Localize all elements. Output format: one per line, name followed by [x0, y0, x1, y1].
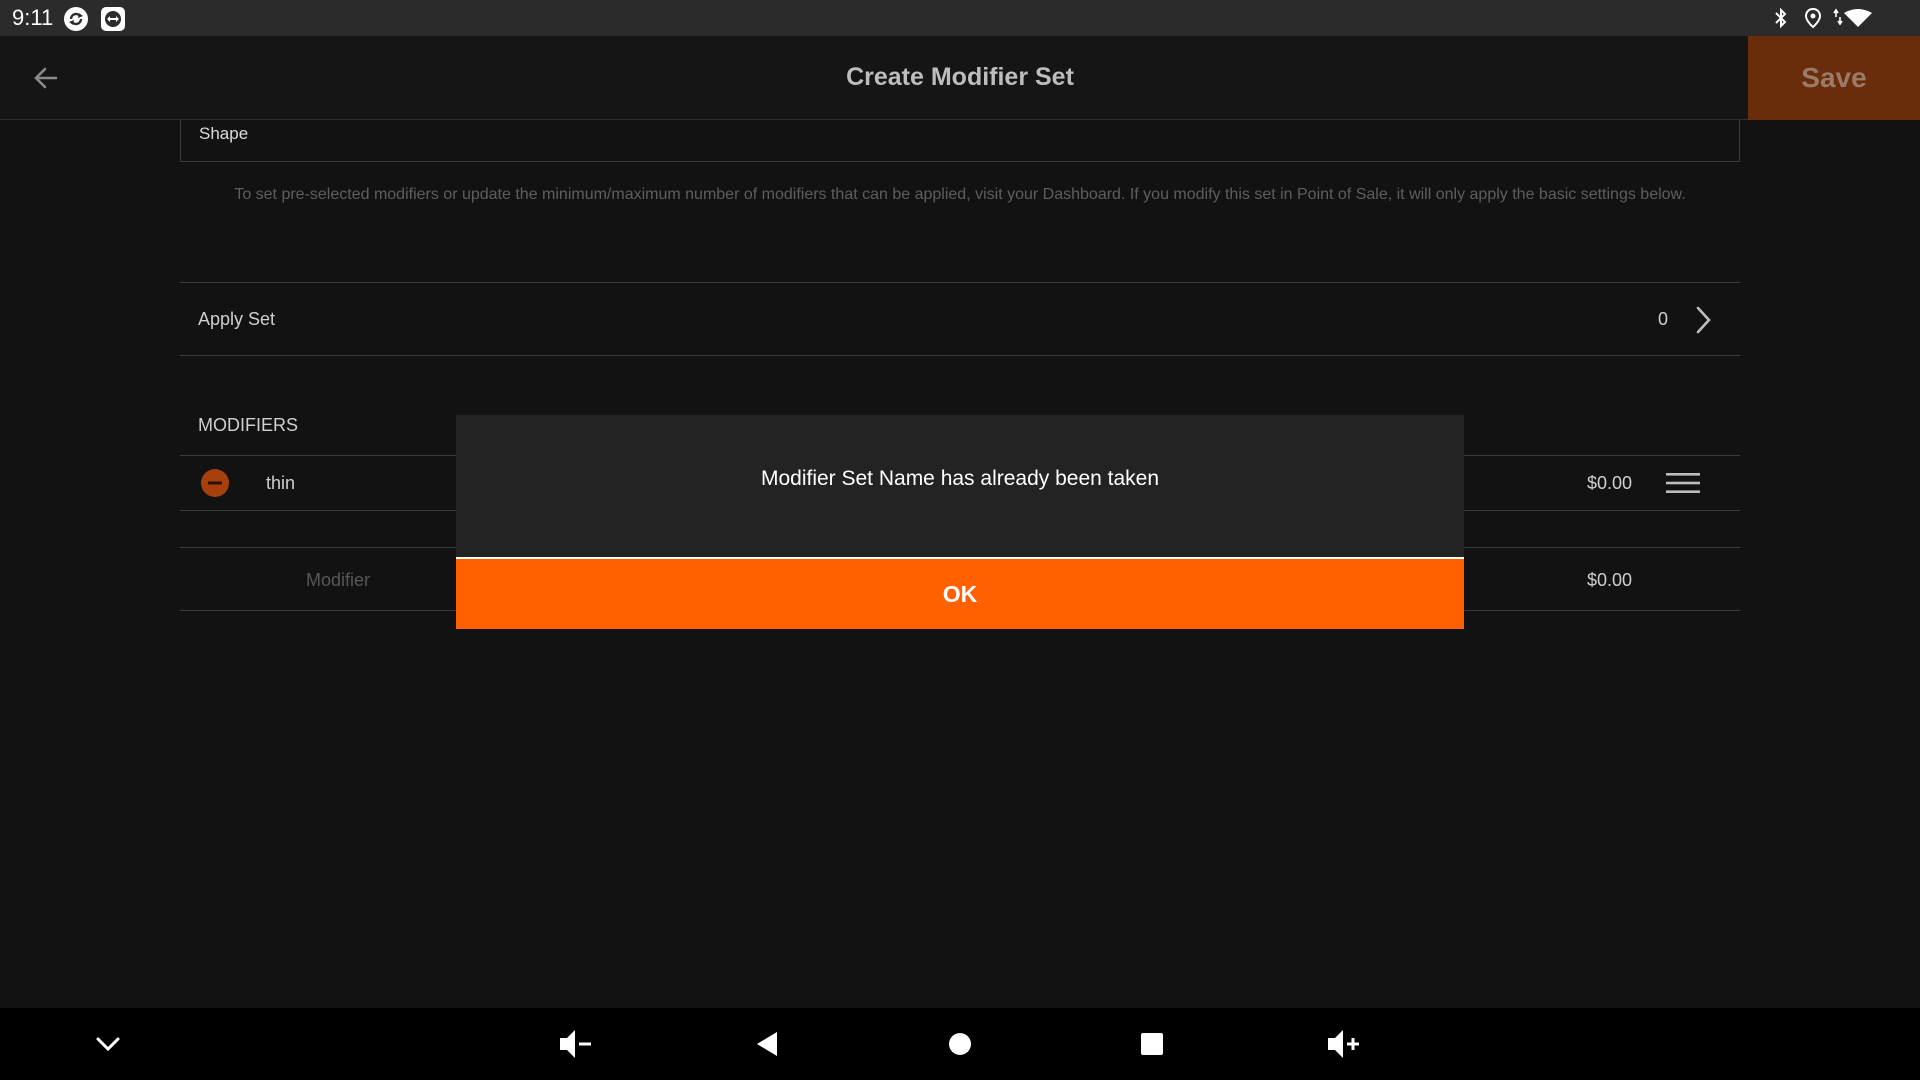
bluetooth-icon: [1775, 7, 1787, 29]
remove-modifier-icon[interactable]: [200, 468, 230, 498]
drag-handle-icon[interactable]: [1666, 471, 1700, 495]
help-text: To set pre-selected modifiers or update …: [234, 186, 1686, 203]
modifier-price[interactable]: $0.00: [1587, 473, 1632, 494]
app-bar: Create Modifier Set Save: [0, 36, 1920, 120]
screen: 9:11 Create Modifier Set Save Shape To s…: [0, 0, 1920, 1080]
save-button[interactable]: Save: [1748, 36, 1920, 120]
volume-up-icon[interactable]: [1324, 1024, 1364, 1064]
volume-down-icon[interactable]: [556, 1024, 596, 1064]
recents-square-icon[interactable]: [1132, 1024, 1172, 1064]
apply-set-row[interactable]: Apply Set 0: [180, 282, 1740, 356]
teamviewer-icon: [101, 7, 125, 31]
new-modifier-name-input[interactable]: Modifier: [306, 570, 370, 591]
apply-set-label: Apply Set: [198, 309, 276, 329]
modifiers-section-header: MODIFIERS: [198, 415, 299, 435]
status-bar: 9:11: [0, 0, 1920, 36]
dialog-ok-button[interactable]: OK: [456, 557, 1464, 629]
status-time: 9:11: [12, 5, 54, 30]
back-triangle-icon[interactable]: [748, 1024, 788, 1064]
wifi-icon: [1833, 8, 1872, 27]
new-modifier-price-input[interactable]: $0.00: [1587, 570, 1632, 591]
dialog-message: Modifier Set Name has already been taken: [760, 467, 1160, 490]
error-dialog: Modifier Set Name has already been taken…: [456, 415, 1464, 629]
modifier-name[interactable]: thin: [266, 473, 295, 494]
apply-set-count: 0: [1657, 309, 1668, 329]
page-title: Create Modifier Set: [846, 63, 1074, 91]
home-circle-icon[interactable]: [940, 1024, 980, 1064]
chevron-right-icon: [1696, 306, 1711, 334]
shape-field-label: Shape: [199, 124, 249, 143]
system-nav-bar: [0, 1008, 1920, 1080]
chevron-down-icon[interactable]: [88, 1024, 128, 1064]
sync-icon: [64, 7, 88, 31]
shape-field[interactable]: Shape: [180, 120, 1740, 162]
location-icon: [1804, 7, 1822, 29]
